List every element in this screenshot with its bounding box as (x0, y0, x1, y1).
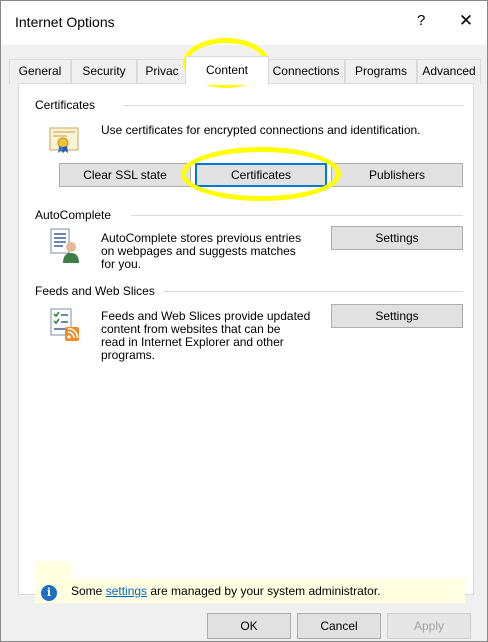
internet-options-dialog: Internet Options ? ✕ General Security Pr… (0, 0, 488, 642)
cancel-button[interactable]: Cancel (297, 613, 381, 639)
certificates-group-title: Certificates (35, 98, 102, 112)
autocomplete-group-title: AutoComplete (35, 208, 118, 222)
publishers-button[interactable]: Publishers (331, 163, 463, 187)
feeds-divider (163, 291, 463, 292)
tab-content[interactable]: Content (185, 56, 269, 85)
certificate-icon (49, 126, 79, 154)
info-bar-stub (35, 561, 71, 579)
tab-connections[interactable]: Connections (267, 59, 345, 84)
tab-advanced[interactable]: Advanced (417, 59, 481, 84)
admin-info-text: Some settings are managed by your system… (71, 584, 381, 598)
apply-button[interactable]: Apply (387, 613, 471, 639)
tab-strip: General Security Privac Content Connecti… (9, 56, 481, 85)
feeds-settings-button[interactable]: Settings (331, 304, 463, 328)
settings-link[interactable]: settings (106, 584, 147, 598)
autocomplete-divider (131, 215, 463, 216)
ok-button[interactable]: OK (207, 613, 291, 639)
tab-programs[interactable]: Programs (345, 59, 417, 84)
tab-security[interactable]: Security (71, 59, 137, 84)
tab-general[interactable]: General (9, 59, 71, 84)
certificates-divider (123, 105, 463, 106)
admin-info-bar: Some settings are managed by your system… (35, 579, 465, 603)
info-icon: i (41, 585, 57, 601)
window-title: Internet Options (15, 14, 115, 30)
autocomplete-description-line3: for you. (101, 257, 142, 271)
certificates-description: Use certificates for encrypted connectio… (101, 123, 421, 137)
title-bar: Internet Options ? ✕ (1, 1, 487, 45)
clear-ssl-state-button[interactable]: Clear SSL state (59, 163, 191, 187)
autocomplete-icon (49, 228, 81, 264)
autocomplete-settings-button[interactable]: Settings (331, 226, 463, 250)
tab-privacy[interactable]: Privac (137, 59, 187, 84)
certificates-button[interactable]: Certificates (195, 163, 327, 187)
help-button[interactable]: ? (417, 12, 425, 29)
feeds-description-line4: programs. (101, 348, 156, 362)
feeds-group-title: Feeds and Web Slices (35, 284, 161, 298)
content-tab-panel: Certificates Use certificates for encryp… (18, 83, 474, 595)
feeds-icon (49, 308, 81, 342)
close-button[interactable]: ✕ (453, 9, 479, 33)
